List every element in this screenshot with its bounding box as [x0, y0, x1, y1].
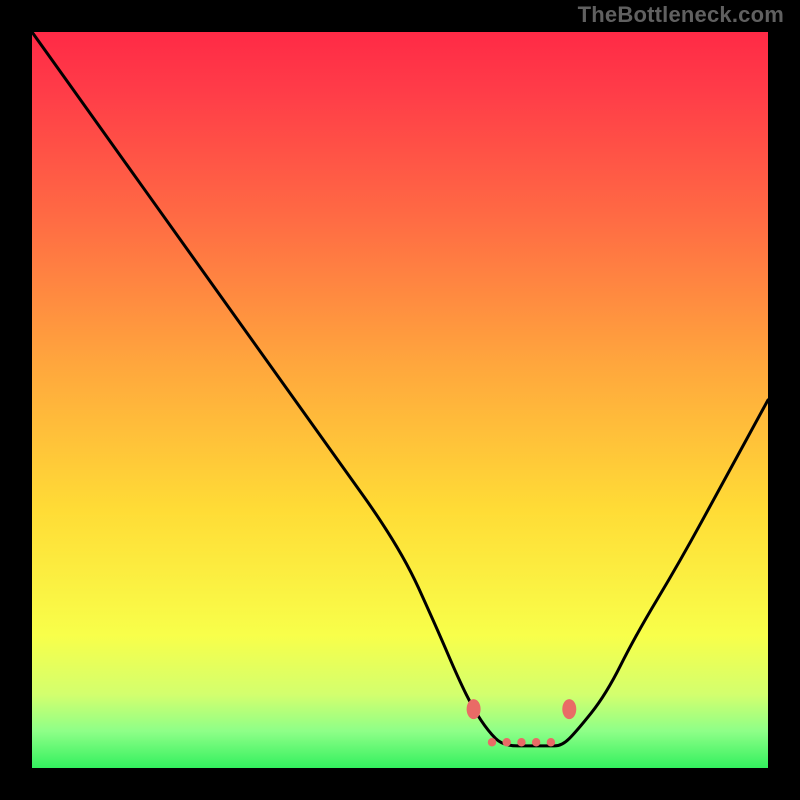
- optimal-dot-icon: [547, 738, 555, 746]
- optimal-endpoint-icon: [467, 699, 481, 719]
- optimal-endpoint-icon: [562, 699, 576, 719]
- watermark-text: TheBottleneck.com: [578, 2, 784, 28]
- optimal-dot-icon: [503, 738, 511, 746]
- optimal-range-markers: [32, 32, 768, 768]
- optimal-dot-icon: [532, 738, 540, 746]
- plot-area: [32, 32, 768, 768]
- chart-container: TheBottleneck.com: [0, 0, 800, 800]
- optimal-dot-icon: [517, 738, 525, 746]
- optimal-dot-icon: [488, 738, 496, 746]
